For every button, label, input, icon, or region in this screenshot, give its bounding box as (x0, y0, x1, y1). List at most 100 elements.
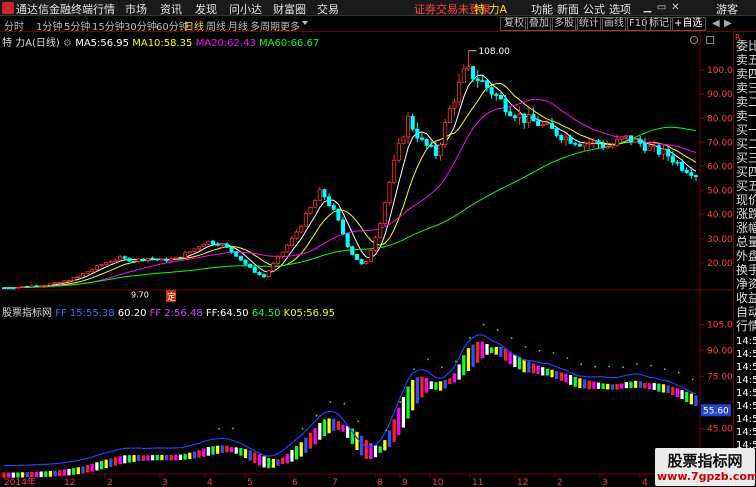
candle-body (601, 143, 606, 148)
tool-multi-stock[interactable]: 多股 (550, 17, 578, 31)
indicator-bar (415, 377, 419, 404)
period-more[interactable]: 更多 (280, 18, 300, 33)
menu-wenxiaoda[interactable]: 问小达 (229, 1, 262, 17)
menu-formula[interactable]: 公式 (583, 1, 605, 17)
candle-body (475, 78, 480, 81)
guest-login[interactable]: 游客 (716, 1, 738, 17)
candle-body (605, 146, 610, 149)
candle-body (289, 237, 294, 246)
current-stock-name: 特 力A (474, 3, 508, 16)
tool-draw-line[interactable]: 画线 (600, 17, 628, 31)
candle-body (275, 255, 281, 264)
chart-settings-icon[interactable] (690, 36, 698, 44)
candle-body (406, 115, 411, 138)
candle-body (336, 208, 341, 221)
period-weekly[interactable]: 周线 (206, 18, 226, 33)
legend-gear-icon[interactable]: ⚙ (63, 38, 72, 49)
period-15min[interactable]: 15分钟 (92, 18, 125, 33)
menu-trade[interactable]: 交易 (317, 1, 339, 17)
period-30min[interactable]: 30分钟 (124, 18, 157, 33)
period-daily[interactable]: 日线 (184, 18, 204, 33)
candle-body (675, 161, 680, 164)
indicator-bar (568, 375, 573, 385)
quote-label: 涨幅 (736, 222, 756, 234)
indicator-bar (146, 455, 150, 461)
menu-wealth[interactable]: 财富圈 (273, 1, 306, 17)
candle-body (457, 81, 462, 103)
minimize-icon[interactable]: ▁ (642, 2, 653, 13)
period-tick[interactable]: 分时 (4, 18, 24, 33)
chart-expand-icon[interactable] (706, 36, 714, 44)
candle-body (127, 257, 132, 262)
candle-body (489, 87, 494, 95)
menu-market[interactable]: 市场 (125, 1, 147, 17)
tool-statistics[interactable]: 统计 (575, 17, 603, 31)
candle-body (392, 159, 397, 183)
candle-body (25, 286, 30, 288)
candle-body (401, 136, 406, 145)
prev-arrow-icon[interactable]: ◀ (712, 18, 720, 29)
signal-dot (301, 427, 304, 430)
kline-chart[interactable]: 100.0 90.00 80.00 70.00 60.00 50.00 40.00 30.00… (0, 32, 733, 487)
indicator-bar (448, 378, 452, 384)
menu-news[interactable]: 资讯 (160, 1, 182, 17)
menu-functions[interactable]: 功能 (531, 1, 553, 17)
candle-body (633, 138, 638, 143)
tool-overlay[interactable]: 叠加 (525, 17, 553, 31)
candle-body (85, 271, 90, 274)
restore-icon[interactable]: ▭ (656, 2, 667, 13)
fa-value: 55.38 (85, 308, 115, 319)
period-multi[interactable]: 多周期 (250, 18, 280, 33)
indicator-name[interactable]: 股票指标网 (2, 308, 52, 319)
date-tick-label: 4 (642, 478, 648, 487)
signal-dot (385, 429, 388, 432)
candle-body (587, 142, 592, 145)
indicator-bar (638, 381, 642, 389)
period-monthly[interactable]: 月线 (228, 18, 248, 33)
tool-mark[interactable]: 标记 (645, 17, 673, 31)
next-arrow-icon[interactable]: ▶ (724, 18, 732, 29)
candle-body (680, 161, 685, 171)
indicator-bar (564, 373, 568, 383)
candle-body (345, 233, 350, 248)
period-5min[interactable]: 5分钟 (64, 18, 90, 33)
indicator-bar (587, 380, 591, 390)
indicator-bar (392, 419, 396, 442)
menu-options[interactable]: 选项 (609, 1, 631, 17)
indicator-bar (313, 428, 317, 445)
indicator-bar (308, 432, 313, 449)
candle-body (331, 205, 336, 210)
period-1min[interactable]: 1分钟 (36, 18, 62, 33)
menu-hq[interactable]: 行情 (93, 1, 115, 17)
candle-body (71, 277, 76, 281)
close-icon[interactable]: ✕ (670, 2, 681, 13)
date-tick-label: 12 (64, 478, 75, 487)
indicator-bar (601, 383, 605, 390)
signal-dot (691, 378, 694, 381)
app-title: 通达信金融终端 (16, 3, 93, 16)
menu-discover[interactable]: 发现 (195, 1, 217, 17)
low-price-label: 9.70 (131, 291, 149, 300)
candle-body (197, 246, 202, 250)
date-tick-label: 5 (247, 478, 253, 487)
price-tick-label: 40.00 (707, 211, 733, 221)
signal-dot (413, 368, 415, 371)
indicator-bar (20, 472, 25, 478)
tool-restore-rights[interactable]: 复权 (500, 17, 528, 31)
candle-body (317, 189, 322, 201)
candle-body (419, 137, 425, 140)
candle-body (689, 172, 694, 176)
fb-value: 56.48 (174, 308, 203, 319)
more-chevron-down-icon[interactable] (302, 21, 308, 25)
indicator-bar (434, 382, 438, 390)
candle-body (252, 266, 257, 273)
indicator-bar (610, 384, 615, 390)
menu-new-page[interactable]: 新面 (557, 1, 579, 17)
indicator-bar (615, 384, 619, 390)
indicator-bar (555, 370, 559, 380)
date-tick-label: 7 (332, 478, 338, 487)
candle-body (684, 169, 689, 173)
add-self-select-button[interactable]: +自选 (670, 17, 707, 31)
trade-time: 14:56 (736, 336, 756, 347)
indicator-bar (485, 344, 489, 355)
